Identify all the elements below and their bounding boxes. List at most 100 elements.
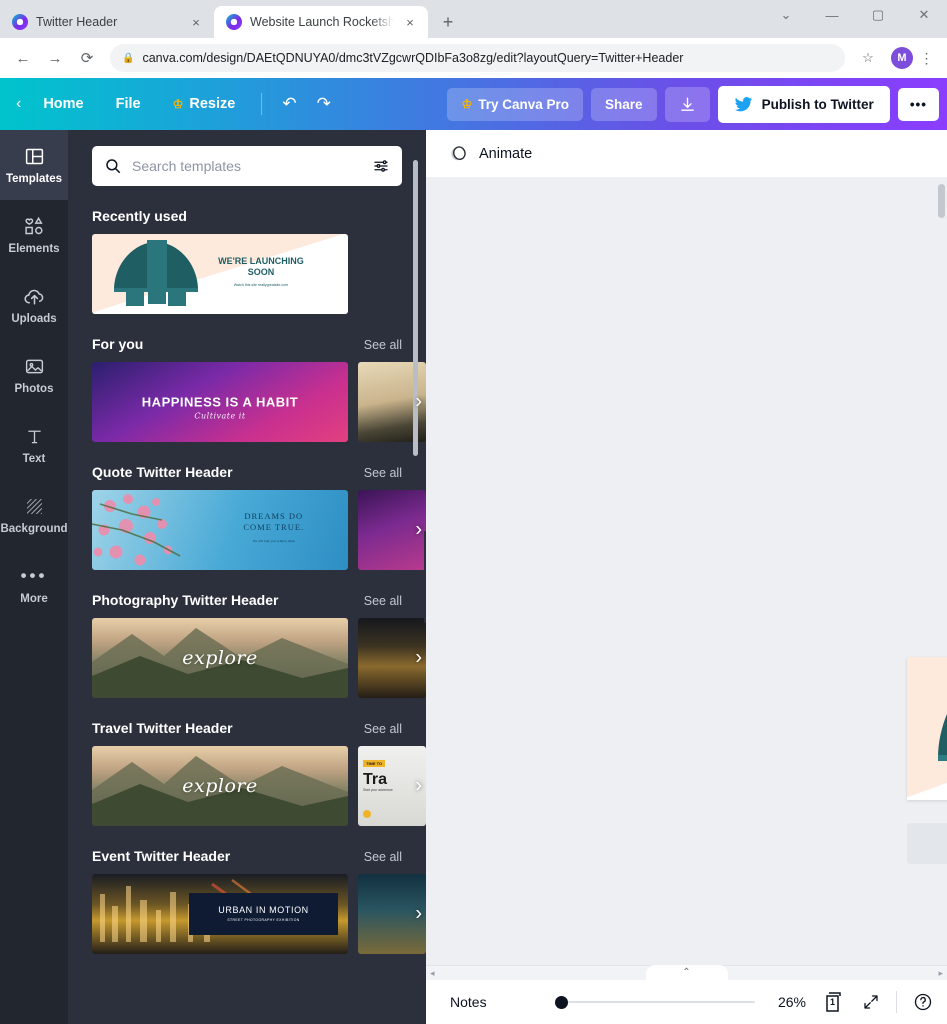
- template-thumb-rocket[interactable]: WE'RE LAUNCHING SOON Watch this site rea…: [92, 234, 348, 314]
- search-input[interactable]: [132, 158, 362, 174]
- zoom-level[interactable]: 26%: [768, 994, 806, 1010]
- home-button[interactable]: Home: [27, 88, 99, 120]
- rocket-thumb-art: WE'RE LAUNCHING SOON Watch this site rea…: [92, 234, 348, 314]
- background-icon: [24, 495, 45, 517]
- collapse-icon[interactable]: ⌄: [763, 0, 809, 30]
- template-thumb-happiness[interactable]: HAPPINESS IS A HABIT Cultivate it: [92, 362, 348, 442]
- canvas-vertical-scrollbar[interactable]: [938, 184, 945, 218]
- download-button[interactable]: [664, 86, 710, 122]
- undo-icon[interactable]: ↶: [272, 86, 306, 122]
- try-canva-pro-button[interactable]: ♔ Try Canva Pro: [447, 87, 584, 121]
- canva-toolbar: ‹ Home File ♔ Resize ↶ ↷ ♔ Try Canva Pro…: [0, 78, 947, 130]
- maximize-icon[interactable]: ▢: [855, 0, 901, 30]
- see-all-link[interactable]: See all: [364, 850, 402, 864]
- canva-favicon-icon: [226, 14, 242, 30]
- filter-icon[interactable]: [372, 157, 390, 175]
- elements-icon: [23, 215, 45, 237]
- section-header-for-you: For you See all: [92, 336, 402, 352]
- sidebar-item-more[interactable]: ••• More: [0, 550, 68, 620]
- close-icon[interactable]: ×: [402, 14, 418, 30]
- see-all-link[interactable]: See all: [364, 594, 402, 608]
- expand-notes-handle[interactable]: ⌃: [645, 965, 728, 980]
- help-button[interactable]: [913, 992, 933, 1012]
- more-icon: •••: [20, 566, 48, 585]
- section-title: Travel Twitter Header: [92, 720, 233, 736]
- template-row-for-you: HAPPINESS IS A HABIT Cultivate it ›: [92, 362, 426, 442]
- rocket-thumb-line1: WE'RE LAUNCHING: [218, 256, 304, 267]
- section-header-event: Event Twitter Header See all: [92, 848, 402, 864]
- sidebar-label-elements: Elements: [8, 243, 60, 255]
- page-count-button[interactable]: 1: [822, 991, 846, 1013]
- new-tab-button[interactable]: +: [434, 8, 462, 36]
- sidebar-item-text[interactable]: Text: [0, 410, 68, 480]
- section-title: Event Twitter Header: [92, 848, 231, 864]
- bookmark-star-icon[interactable]: ☆: [853, 43, 883, 73]
- search-templates-bar[interactable]: [92, 146, 402, 186]
- reload-icon[interactable]: ⟳: [72, 43, 102, 73]
- template-thumb-blossom[interactable]: DREAMS DO COME TRUE. We will help you ac…: [92, 490, 348, 570]
- sidebar-item-elements[interactable]: Elements: [0, 200, 68, 270]
- next-arrow-icon[interactable]: ›: [415, 391, 422, 414]
- more-options-button[interactable]: •••: [897, 87, 939, 121]
- share-button[interactable]: Share: [591, 87, 657, 121]
- help-icon: [914, 993, 932, 1011]
- zoom-slider-knob[interactable]: [554, 995, 568, 1009]
- file-menu-button[interactable]: File: [100, 88, 157, 120]
- template-row-travel: explore TIME TO Tra Start your adventure…: [92, 746, 426, 826]
- resize-button[interactable]: ♔ Resize: [157, 88, 252, 120]
- publish-to-twitter-button[interactable]: Publish to Twitter: [717, 85, 890, 123]
- close-icon[interactable]: ×: [188, 14, 204, 30]
- see-all-link[interactable]: See all: [364, 338, 402, 352]
- collapse-panel-handle[interactable]: ‹: [424, 531, 426, 623]
- next-arrow-icon[interactable]: ›: [415, 519, 422, 542]
- scroll-right-arrow-icon[interactable]: ▸: [938, 968, 943, 979]
- back-icon[interactable]: ←: [8, 43, 38, 73]
- scroll-left-arrow-icon[interactable]: ◂: [430, 968, 435, 979]
- zoom-slider[interactable]: [554, 995, 755, 1009]
- address-bar[interactable]: 🔒 canva.com/design/DAEtQDNUYA0/dmc3tVZgc…: [110, 44, 845, 72]
- next-arrow-icon[interactable]: ›: [415, 647, 422, 670]
- sidebar-item-uploads[interactable]: Uploads: [0, 270, 68, 340]
- minimize-icon[interactable]: —: [809, 0, 855, 30]
- section-title: Recently used: [92, 208, 187, 224]
- design-page[interactable]: WE'RE LAUNCHING SOON Watch this site rea…: [907, 657, 947, 800]
- see-all-link[interactable]: See all: [364, 722, 402, 736]
- left-rail: Templates Elements Uploads Photos Text B…: [0, 130, 68, 1024]
- avatar[interactable]: M: [891, 47, 913, 69]
- notes-button[interactable]: Notes: [440, 990, 497, 1014]
- close-window-icon[interactable]: ✕: [901, 0, 947, 30]
- next-arrow-icon[interactable]: ›: [415, 775, 422, 798]
- template-thumb-urban[interactable]: URBAN IN MOTION STREET PHOTOGRAPHY EXHIB…: [92, 874, 348, 954]
- browser-tab-0[interactable]: Twitter Header ×: [0, 6, 214, 38]
- canva-favicon-icon: [12, 14, 28, 30]
- blossom-line1: DREAMS DO: [244, 510, 304, 521]
- browser-menu-icon[interactable]: ⋮: [915, 50, 939, 67]
- twitter-icon: [734, 96, 752, 111]
- back-chevron-icon[interactable]: ‹: [14, 87, 27, 121]
- animate-button[interactable]: Animate: [440, 137, 540, 170]
- zoom-slider-track[interactable]: [567, 1001, 755, 1003]
- sidebar-item-templates[interactable]: Templates: [0, 130, 68, 200]
- next-arrow-icon[interactable]: ›: [415, 903, 422, 926]
- template-row-quote: DREAMS DO COME TRUE. We will help you ac…: [92, 490, 426, 570]
- canvas-area[interactable]: WE'RE LAUNCHING SOON Watch this site rea…: [426, 178, 947, 980]
- sidebar-item-photos[interactable]: Photos: [0, 340, 68, 410]
- expand-button[interactable]: [862, 993, 880, 1011]
- template-thumb-explore-2[interactable]: explore: [92, 746, 348, 826]
- see-all-link[interactable]: See all: [364, 466, 402, 480]
- rocket-thumb-line2: SOON: [247, 266, 275, 277]
- lock-icon: 🔒: [122, 52, 135, 64]
- template-thumb-explore-1[interactable]: explore: [92, 618, 348, 698]
- forward-icon[interactable]: →: [40, 43, 70, 73]
- add-page-button[interactable]: + Add page: [907, 823, 947, 864]
- try-pro-label: Try Canva Pro: [478, 96, 570, 112]
- thumb-subtitle: Cultivate it: [194, 411, 246, 421]
- browser-tab-1[interactable]: Website Launch Rocketship Twitt ×: [214, 6, 428, 38]
- thumb-title: explore: [182, 775, 258, 797]
- animate-icon: [451, 146, 466, 161]
- redo-icon[interactable]: ↷: [307, 86, 341, 122]
- sidebar-item-background[interactable]: Background: [0, 480, 68, 550]
- urban-sub: STREET PHOTOGRAPHY EXHIBITION: [227, 918, 300, 923]
- blossom-text: DREAMS DO COME TRUE. We will help you ac…: [212, 511, 335, 544]
- section-title: For you: [92, 336, 144, 352]
